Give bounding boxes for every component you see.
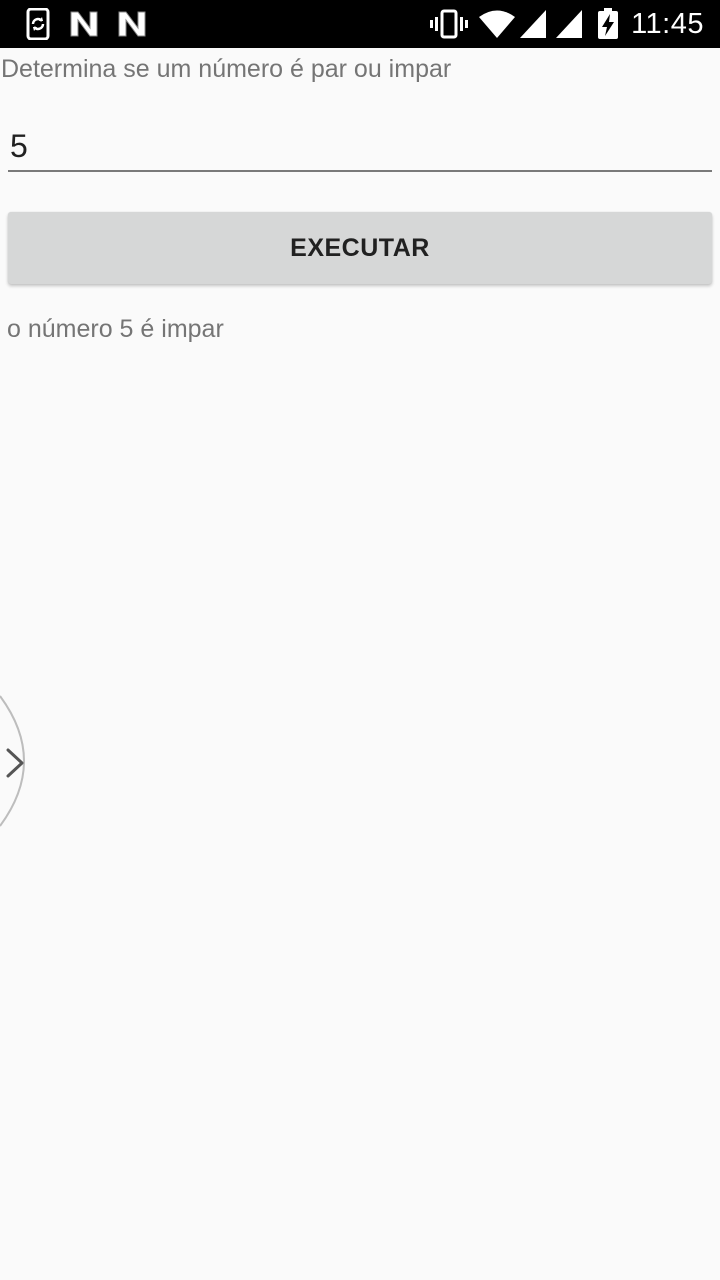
edge-panel-handle[interactable]	[0, 690, 40, 832]
battery-charging-icon	[598, 8, 618, 39]
chevron-right-icon	[6, 748, 24, 778]
number-input[interactable]	[8, 126, 714, 166]
status-bar: 11:45	[0, 0, 720, 48]
page-title: Determina se um número é par ou impar	[1, 55, 452, 83]
signal-icon	[520, 10, 546, 38]
n-notification-icon	[70, 11, 98, 37]
phone-sync-icon	[26, 8, 50, 40]
wifi-icon	[479, 10, 515, 38]
number-field[interactable]	[8, 118, 714, 172]
execute-button-label: EXECUTAR	[290, 233, 430, 262]
vibrate-icon	[430, 9, 468, 39]
n-notification-icon	[118, 11, 146, 37]
execute-button[interactable]: EXECUTAR	[8, 212, 712, 284]
result-text: o número 5 é impar	[7, 315, 224, 343]
signal-icon	[556, 10, 582, 38]
status-clock: 11:45	[631, 8, 704, 40]
